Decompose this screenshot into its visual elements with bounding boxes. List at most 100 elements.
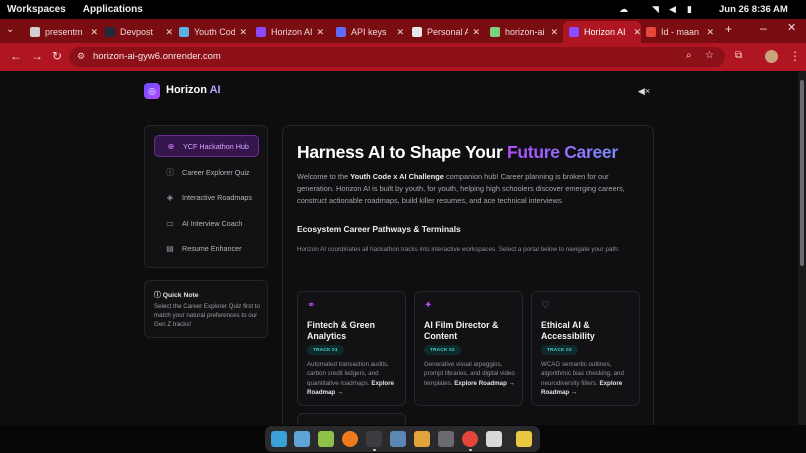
bookmark-star-icon[interactable]: ☆	[705, 50, 714, 61]
tab-close-icon[interactable]: ✕	[550, 27, 558, 38]
archive-icon[interactable]	[414, 431, 430, 447]
clock[interactable]: Jun 26 8:36 AM	[719, 4, 788, 15]
track-card-partial[interactable]	[297, 413, 406, 425]
browser-menu-icon[interactable]: ⋮	[789, 49, 801, 63]
minimize-icon[interactable]: –	[760, 21, 767, 35]
browser-tab[interactable]: presentm ✕	[24, 21, 98, 43]
back-arrow-icon[interactable]: ←	[10, 49, 22, 63]
workspaces-button[interactable]: Workspaces	[7, 4, 66, 15]
tab-favicon-icon	[646, 27, 656, 37]
tab-close-icon[interactable]: ✕	[472, 27, 480, 38]
document-app-icon[interactable]	[486, 431, 502, 447]
terminal-icon[interactable]	[366, 431, 382, 447]
track-title: Fintech & Green Analytics	[307, 320, 375, 341]
sidebar-item-career-explorer-quiz[interactable]: ⓘ Career Explorer Quiz	[154, 161, 259, 183]
scrollbar-thumb[interactable]	[800, 80, 804, 266]
volume-icon[interactable]: ◀	[667, 4, 678, 15]
sparkle-icon: ✦	[424, 300, 433, 311]
dock-app-icon[interactable]	[271, 431, 287, 447]
brand-title[interactable]: Horizon AI	[166, 84, 221, 96]
ecosystem-heading: Ecosystem Career Pathways & Terminals	[297, 224, 461, 234]
tab-favicon-icon	[30, 27, 40, 37]
track-description: Automated transaction audits, carbon cre…	[307, 361, 395, 396]
browser-tab[interactable]: Id - maan ✕	[640, 21, 714, 43]
chrome-icon[interactable]	[462, 431, 478, 447]
forward-arrow-icon[interactable]: →	[31, 49, 43, 63]
track-title: Ethical AI & Accessibility	[541, 320, 595, 341]
globe-icon: ⊕	[167, 141, 175, 151]
dock-app-icon[interactable]	[294, 431, 310, 447]
quick-note-card: ⓘ Quick Note Select the Career Explorer …	[144, 280, 268, 338]
track-badge: TRACK 01	[307, 345, 344, 355]
app-dock	[265, 426, 540, 452]
sidebar-nav: ⊕ YCF Hackathon Hub ⓘ Career Explorer Quiz…	[144, 125, 268, 268]
tab-close-icon[interactable]: ✕	[239, 27, 247, 38]
tab-favicon-icon	[256, 27, 266, 37]
track-card-ethical-ai[interactable]: ♡ Ethical AI & Accessibility TRACK 03 WC…	[531, 291, 640, 406]
browser-toolbar: ← → ↻ ⚙ horizon-ai-gyw6.onrender.com ⌕ ☆…	[0, 43, 806, 71]
site-info-icon[interactable]: ⚙	[77, 51, 85, 62]
tab-title: Personal A	[427, 27, 469, 37]
files-icon[interactable]	[390, 431, 406, 447]
tab-favicon-icon	[179, 27, 189, 37]
sidebar-item-resume-enhancer[interactable]: ▤ Resume Enhancer	[154, 237, 259, 259]
browser-tab[interactable]: horizon-ai ✕	[484, 21, 558, 43]
browser-tab[interactable]: Devpost ✕	[99, 21, 173, 43]
help-circle-icon: ⓘ	[166, 167, 174, 177]
applications-menu[interactable]: Applications	[83, 4, 143, 15]
new-tab-icon[interactable]: +	[725, 22, 732, 36]
sidebar-item-ycf-hackathon-hub[interactable]: ⊕ YCF Hackathon Hub	[154, 135, 259, 157]
page-title: Harness AI to Shape Your Future Career	[297, 142, 618, 162]
track-description: Generative visual arpeggios, prompt libr…	[424, 361, 515, 387]
browser-tab[interactable]: API keys ✕	[330, 21, 404, 43]
explore-roadmap-link[interactable]: Explore Roadmap →	[454, 380, 515, 387]
main-panel: Harness AI to Shape Your Future Career W…	[282, 125, 654, 425]
tab-close-icon[interactable]: ✕	[90, 27, 98, 38]
document-icon: ▤	[166, 243, 174, 253]
info-icon: ⓘ	[154, 292, 163, 299]
track-card-fintech[interactable]: ⚭ Fintech & Green Analytics TRACK 01 Aut…	[297, 291, 406, 406]
browser-tab[interactable]: Personal A ✕	[406, 21, 480, 43]
tab-favicon-icon	[490, 27, 500, 37]
tab-close-icon[interactable]: ✕	[165, 27, 173, 38]
tab-search-icon[interactable]: ⌄	[6, 23, 14, 37]
extensions-icon[interactable]: ⧉	[735, 49, 742, 63]
browser-tab[interactable]: Horizon AI ✕	[250, 21, 324, 43]
running-indicator	[469, 449, 472, 451]
sidebar-item-interactive-roadmaps[interactable]: ◈ Interactive Roadmaps	[154, 186, 259, 208]
url-text[interactable]: horizon-ai-gyw6.onrender.com	[93, 51, 221, 62]
tab-favicon-icon	[412, 27, 422, 37]
firefox-icon[interactable]	[342, 431, 358, 447]
quick-note-body: Select the Career Explorer Quiz first to…	[154, 303, 260, 328]
track-badge: TRACK 03	[541, 345, 578, 355]
profile-avatar[interactable]	[765, 50, 778, 63]
track-card-ai-film[interactable]: ✦ AI Film Director & Content TRACK 02 Ge…	[414, 291, 523, 406]
settings-icon[interactable]	[438, 431, 454, 447]
horizon-logo-icon[interactable]: ◎	[144, 83, 160, 99]
tab-title: Horizon AI	[584, 27, 626, 37]
browser-tab[interactable]: Horizon AI ✕	[563, 21, 641, 43]
tab-close-icon[interactable]: ✕	[396, 27, 404, 38]
tab-title: presentm	[45, 27, 83, 37]
sidebar-item-ai-interview-coach[interactable]: ▭ AI Interview Coach	[154, 212, 259, 234]
tab-close-icon[interactable]: ✕	[706, 27, 714, 38]
tab-title: Id - maan	[661, 27, 700, 37]
tab-close-icon[interactable]: ✕	[316, 27, 324, 38]
zoom-icon[interactable]: ⌕	[686, 50, 692, 61]
notes-icon[interactable]	[516, 431, 532, 447]
reload-icon[interactable]: ↻	[52, 49, 62, 63]
address-bar[interactable]: ⚙ horizon-ai-gyw6.onrender.com ⌕ ☆	[69, 47, 725, 67]
track-description: WCAG semantic outlines, algorithmic bias…	[541, 361, 624, 396]
dock-app-icon[interactable]	[318, 431, 334, 447]
close-window-icon[interactable]: ✕	[787, 21, 796, 34]
battery-icon[interactable]: ▮	[684, 4, 695, 15]
mute-sound-icon[interactable]: ◀×	[636, 83, 652, 99]
intro-paragraph: Welcome to the Youth Code x AI Challenge…	[297, 172, 625, 205]
tab-title: Youth Code	[194, 27, 236, 37]
tab-title: Horizon AI	[271, 27, 313, 37]
browser-tab[interactable]: Youth Code✕	[173, 21, 247, 43]
wifi-icon[interactable]: ◥	[650, 4, 661, 15]
tab-favicon-icon	[569, 27, 579, 37]
heart-icon: ♡	[541, 300, 550, 311]
cloud-icon[interactable]: ☁	[618, 4, 629, 15]
